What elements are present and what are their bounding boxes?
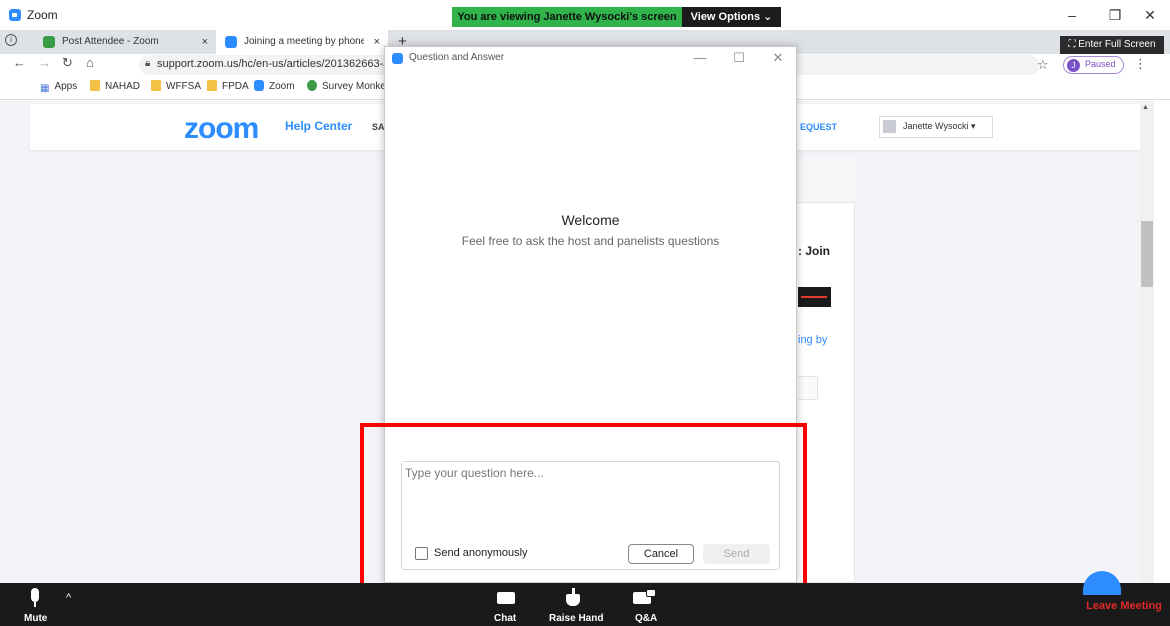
browser-tab-joining-by-phone[interactable]: Joining a meeting by phone – Zo ×: [216, 30, 388, 54]
leave-meeting-button[interactable]: Leave Meeting: [1078, 595, 1170, 617]
screen-share-banner: You are viewing Janette Wysocki's screen: [452, 7, 682, 27]
apps-grid-icon: ▦: [40, 83, 50, 94]
reload-icon[interactable]: ↻: [62, 55, 73, 71]
page-scrollbar[interactable]: [1140, 101, 1154, 583]
back-arrow-icon[interactable]: ←: [13, 55, 26, 70]
browser-menu-icon[interactable]: ⋮: [1134, 56, 1147, 72]
lock-icon: 🔒︎: [145, 58, 151, 69]
tab-label: Post Attendee - Zoom: [62, 36, 159, 47]
enter-full-screen-button[interactable]: ⛶ Enter Full Screen: [1060, 36, 1164, 54]
qa-dialog-title: Question and Answer: [409, 52, 505, 63]
microphone-stand-icon: [34, 602, 36, 607]
bookmark-fpda[interactable]: FPDA: [207, 80, 249, 94]
audio-options-caret[interactable]: ^: [66, 592, 71, 604]
qa-icon-secondary: [646, 589, 656, 597]
bookmark-zoom[interactable]: Zoom: [254, 80, 295, 94]
bookmark-apps[interactable]: ▦ Apps: [40, 80, 77, 94]
article-link-fragment[interactable]: ing by: [798, 334, 827, 346]
welcome-title: Welcome: [561, 212, 620, 228]
nav-link-partial[interactable]: SA: [372, 122, 385, 132]
raise-hand-label[interactable]: Raise Hand: [549, 613, 603, 624]
help-center-link[interactable]: Help Center: [285, 119, 352, 133]
bookmark-label: FPDA: [222, 81, 249, 92]
article-heading-fragment: : Join: [798, 244, 830, 258]
forward-arrow-icon[interactable]: →: [38, 55, 51, 70]
window-restore-button[interactable]: ❐: [1104, 4, 1126, 26]
url-text[interactable]: support.zoom.us/hc/en-us/articles/201362…: [157, 58, 397, 70]
zoom-app-icon: [392, 53, 403, 64]
zoom-favicon-icon: [254, 80, 264, 91]
qa-minimize-button[interactable]: —: [690, 49, 710, 67]
mute-label[interactable]: Mute: [24, 613, 47, 624]
window-minimize-button[interactable]: –: [1061, 4, 1083, 26]
qa-label[interactable]: Q&A: [635, 613, 657, 624]
view-options-button[interactable]: View Options ⌄: [682, 7, 781, 27]
raise-hand-icon[interactable]: [566, 594, 580, 606]
qa-close-button[interactable]: ✕: [768, 49, 788, 67]
folder-icon: [90, 80, 100, 91]
enter-full-screen-label: Enter Full Screen: [1078, 39, 1156, 50]
microphone-icon[interactable]: [31, 588, 39, 602]
article-thumbnail: [798, 287, 831, 307]
chat-label[interactable]: Chat: [494, 613, 516, 624]
folder-icon: [207, 80, 217, 91]
highlight-annotation-box: [360, 423, 807, 601]
bookmark-label: WFFSA: [166, 81, 201, 92]
scroll-up-icon[interactable]: ▲: [1142, 104, 1149, 111]
bookmark-wffsa[interactable]: WFFSA: [151, 80, 201, 94]
bookmark-star-icon[interactable]: ☆: [1037, 57, 1049, 73]
scrollbar-thumb[interactable]: [1141, 221, 1153, 287]
bookmark-label: Apps: [54, 81, 78, 92]
bookmark-label: Zoom: [269, 81, 295, 92]
home-icon[interactable]: ⌂: [86, 55, 94, 70]
bookmark-label: NAHAD: [105, 81, 141, 92]
user-name[interactable]: Janette Wysocki ▾: [903, 121, 975, 132]
tab-close-icon[interactable]: ×: [374, 30, 380, 54]
zoom-window-title: Zoom: [27, 8, 58, 22]
profile-status: Paused: [1085, 59, 1116, 69]
zoom-logo[interactable]: zoom: [184, 112, 259, 146]
article-box: [798, 376, 818, 400]
qa-maximize-button[interactable]: ☐: [729, 49, 749, 67]
welcome-subtitle: Feel free to ask the host and panelists …: [461, 234, 720, 248]
info-icon: i: [5, 34, 17, 46]
zoom-app-icon: [9, 9, 21, 21]
survey-monkey-icon: [307, 80, 317, 91]
chat-icon[interactable]: [497, 592, 515, 604]
article-card-header: [796, 158, 855, 203]
tab-favicon-icon: [43, 36, 55, 48]
folder-icon: [151, 80, 161, 91]
tab-label: Joining a meeting by phone – Zo: [244, 36, 364, 47]
bookmark-label: Survey Monkey: [322, 81, 391, 92]
browser-tab-post-attendee[interactable]: Post Attendee - Zoom ×: [34, 30, 216, 54]
bookmark-nahad[interactable]: NAHAD: [90, 80, 140, 94]
bookmark-survey-monkey[interactable]: Survey Monkey: [307, 80, 391, 94]
tab-close-icon[interactable]: ×: [202, 30, 208, 54]
submit-request-link[interactable]: EQUEST: [800, 122, 837, 132]
user-avatar: [883, 120, 896, 133]
profile-avatar: J: [1067, 59, 1080, 72]
window-close-button[interactable]: ✕: [1139, 4, 1161, 26]
tab-favicon-icon: [225, 36, 237, 48]
